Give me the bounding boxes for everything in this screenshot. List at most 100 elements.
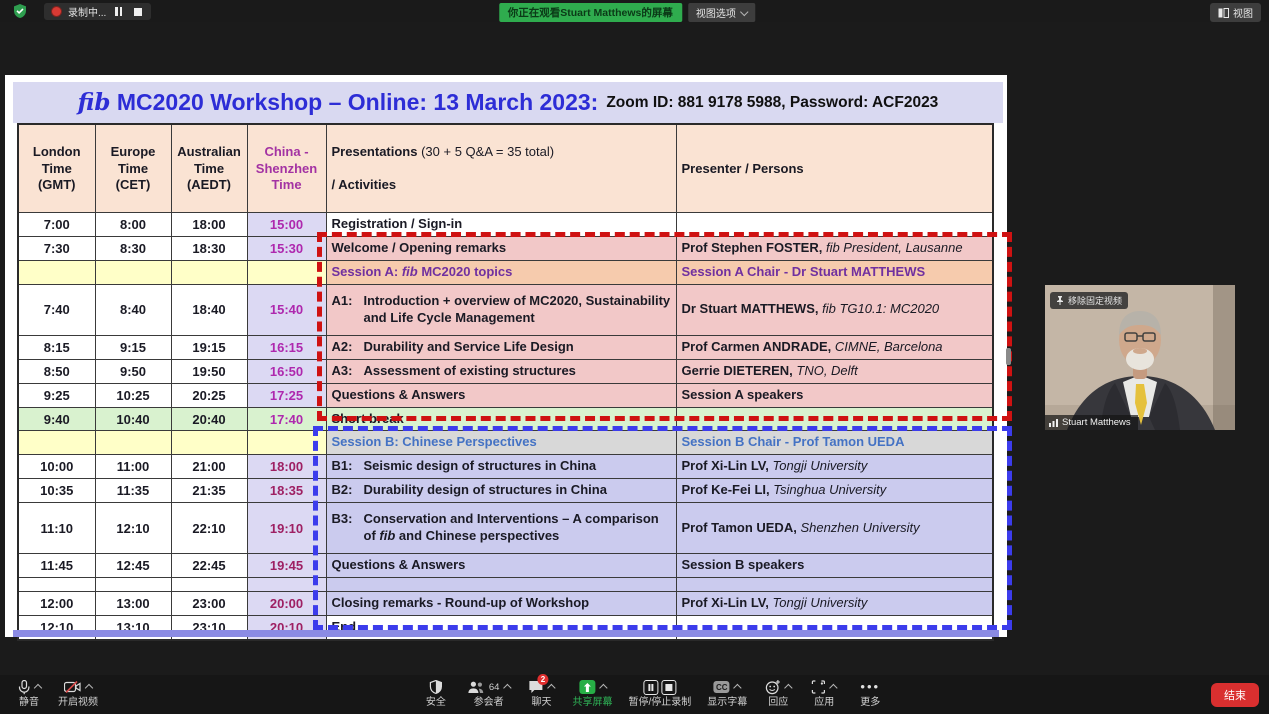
- presenter-cell: Gerrie DIETEREN, TNO, Delft: [676, 359, 993, 383]
- watching-banner: 你正在观看Stuart Matthews的屏幕: [499, 3, 682, 22]
- view-options-button[interactable]: 视图选项: [688, 3, 755, 22]
- chevron-up-icon[interactable]: [784, 684, 792, 692]
- view-layout-icon: [1218, 8, 1229, 18]
- activity-cell: Session B: Chinese Perspectives: [326, 431, 676, 455]
- mute-button[interactable]: 静音: [14, 679, 44, 708]
- time-cell: 9:25: [18, 383, 95, 407]
- pause-stop-recording-button[interactable]: 暂停/停止录制: [628, 679, 691, 708]
- share-screen-icon: [579, 680, 595, 694]
- china-time-cell: 17:25: [247, 383, 326, 407]
- reactions-label: 回应: [768, 698, 788, 708]
- time-cell: 10:25: [95, 383, 171, 407]
- time-cell: 9:40: [18, 407, 95, 431]
- chevron-down-icon: [740, 7, 748, 15]
- camera-off-icon: [64, 681, 81, 693]
- time-cell: 21:00: [171, 455, 247, 479]
- time-cell: 10:00: [18, 455, 95, 479]
- header-presenter: Presenter / Persons: [676, 124, 993, 213]
- remove-pin-label: 移除固定视频: [1068, 294, 1122, 307]
- time-cell: [95, 261, 171, 285]
- participants-button[interactable]: 64 参会者: [467, 679, 511, 708]
- presenter-cell: Prof Xi-Lin LV, Tongji University: [676, 592, 993, 616]
- chevron-up-icon[interactable]: [503, 684, 511, 692]
- captions-button[interactable]: CC 显示字幕: [707, 679, 747, 708]
- slide-title-band: fib MC2020 Workshop – Online: 13 March 2…: [13, 82, 1003, 123]
- china-time-cell: [247, 261, 326, 285]
- share-screen-label: 共享屏幕: [572, 698, 612, 708]
- participant-name-tag: Stuart Matthews: [1045, 415, 1138, 430]
- presenter-cell: [676, 578, 993, 592]
- slide-title: fib MC2020 Workshop – Online: 13 March 2…: [78, 89, 599, 116]
- stop-icon: [134, 8, 142, 16]
- presenter-cell: Session B Chair - Prof Tamon UEDA: [676, 431, 993, 455]
- time-cell: 8:15: [18, 335, 95, 359]
- meeting-top-bar: 录制中... 你正在观看Stuart Matthews的屏幕 视图选项 视图: [0, 0, 1269, 22]
- panel-resize-handle[interactable]: [1006, 348, 1011, 365]
- pause-icon[interactable]: [643, 680, 658, 695]
- time-cell: [18, 261, 95, 285]
- china-time-cell: 19:45: [247, 554, 326, 578]
- presenter-cell: Dr Stuart MATTHEWS, fib TG10.1: MC2020: [676, 284, 993, 335]
- chevron-up-icon[interactable]: [547, 684, 555, 692]
- china-time-cell: 15:40: [247, 284, 326, 335]
- time-cell: 8:40: [95, 284, 171, 335]
- more-label: 更多: [860, 698, 880, 708]
- security-button[interactable]: 安全: [421, 679, 451, 708]
- record-dot-icon: [51, 6, 62, 17]
- china-time-cell: 16:15: [247, 335, 326, 359]
- stop-recording-button[interactable]: [131, 5, 144, 18]
- participant-name: Stuart Matthews: [1062, 417, 1131, 428]
- presenter-cell: Prof Tamon UEDA, Shenzhen University: [676, 503, 993, 554]
- activity-cell: Session A: fib MC2020 topics: [326, 261, 676, 285]
- shared-screen-slide: fib MC2020 Workshop – Online: 13 March 2…: [5, 75, 1007, 637]
- share-screen-button[interactable]: 共享屏幕: [572, 679, 612, 708]
- table-header-row: London Time (GMT) Europe Time (CET) Aust…: [18, 124, 993, 213]
- china-time-cell: 15:00: [247, 213, 326, 237]
- more-button[interactable]: ••• 更多: [855, 679, 885, 708]
- view-options-label: 视图选项: [696, 5, 736, 20]
- microphone-icon: [18, 680, 30, 695]
- table-row: 9:2510:2520:2517:25Questions & AnswersSe…: [18, 383, 993, 407]
- table-row: Session A: fib MC2020 topicsSession A Ch…: [18, 261, 993, 285]
- table-row: 7:408:4018:4015:40A1:Introduction + over…: [18, 284, 993, 335]
- chevron-up-icon[interactable]: [734, 684, 742, 692]
- time-cell: 18:00: [171, 213, 247, 237]
- apps-button[interactable]: 应用: [809, 679, 839, 708]
- table-row: 7:308:3018:3015:30Welcome / Opening rema…: [18, 237, 993, 261]
- table-row: [18, 578, 993, 592]
- reactions-button[interactable]: 回应: [763, 679, 793, 708]
- chevron-up-icon[interactable]: [830, 684, 838, 692]
- time-cell: 8:50: [18, 359, 95, 383]
- pause-recording-button[interactable]: [112, 5, 125, 18]
- header-china-time: China - Shenzhen Time: [247, 124, 326, 213]
- start-video-button[interactable]: 开启视频: [58, 679, 98, 708]
- slide-subtitle: Zoom ID: 881 9178 5988, Password: ACF202…: [606, 94, 938, 112]
- chat-button[interactable]: 2 聊天: [526, 679, 556, 708]
- activity-cell: Questions & Answers: [326, 554, 676, 578]
- end-meeting-button[interactable]: 结束: [1211, 683, 1259, 707]
- recording-label: 录制中...: [68, 4, 106, 19]
- time-cell: 19:50: [171, 359, 247, 383]
- captions-icon: CC: [714, 681, 730, 693]
- activity-cell: Registration / Sign-in: [326, 213, 676, 237]
- time-cell: [95, 578, 171, 592]
- slide-bottom-strip: [13, 630, 999, 637]
- time-cell: [18, 578, 95, 592]
- activity-cell: B1:Seismic design of structures in China: [326, 455, 676, 479]
- activity-cell: A3:Assessment of existing structures: [326, 359, 676, 383]
- start-video-label: 开启视频: [58, 698, 98, 708]
- table-row: 8:509:5019:5016:50A3:Assessment of exist…: [18, 359, 993, 383]
- participants-icon: [467, 681, 484, 694]
- time-cell: 11:00: [95, 455, 171, 479]
- captions-label: 显示字幕: [707, 698, 747, 708]
- chevron-up-icon[interactable]: [33, 684, 41, 692]
- activity-cell: Closing remarks - Round-up of Workshop: [326, 592, 676, 616]
- remove-pin-button[interactable]: 移除固定视频: [1050, 292, 1128, 309]
- chevron-up-icon[interactable]: [599, 684, 607, 692]
- chevron-up-icon[interactable]: [85, 684, 93, 692]
- presenter-cell: [676, 213, 993, 237]
- time-cell: [18, 431, 95, 455]
- stop-icon[interactable]: [661, 680, 676, 695]
- apps-label: 应用: [814, 698, 834, 708]
- view-button[interactable]: 视图: [1210, 3, 1261, 22]
